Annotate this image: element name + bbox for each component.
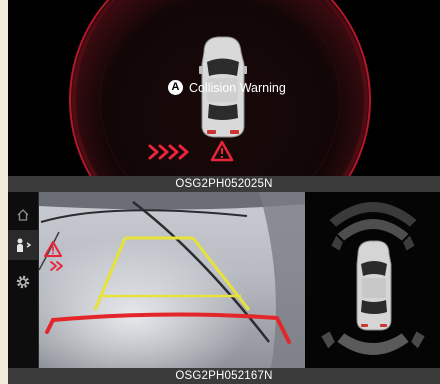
home-icon [17, 209, 29, 221]
home-button[interactable] [8, 200, 38, 230]
rear-camera-display [8, 192, 440, 368]
callout-badge: A [168, 80, 183, 95]
settings-icon [16, 275, 30, 289]
rear-camera-view [38, 192, 305, 368]
collision-warning-label: A Collision Warning [168, 80, 286, 95]
parking-sensor-graphic [306, 192, 440, 368]
parking-assist-button[interactable] [8, 230, 38, 260]
collision-warning-display: A Collision Warning [8, 0, 440, 176]
collision-warning-text: Collision Warning [189, 80, 286, 95]
side-navigation [8, 192, 39, 368]
figure-caption-bottom: OSG2PH052167N [8, 368, 440, 384]
parking-sensor-view [306, 192, 440, 368]
figure-caption-top: OSG2PH052025N [8, 176, 440, 192]
settings-button[interactable] [8, 267, 38, 297]
parking-assist-icon [17, 238, 32, 252]
camera-feed [38, 192, 305, 368]
car-icon [356, 240, 392, 331]
